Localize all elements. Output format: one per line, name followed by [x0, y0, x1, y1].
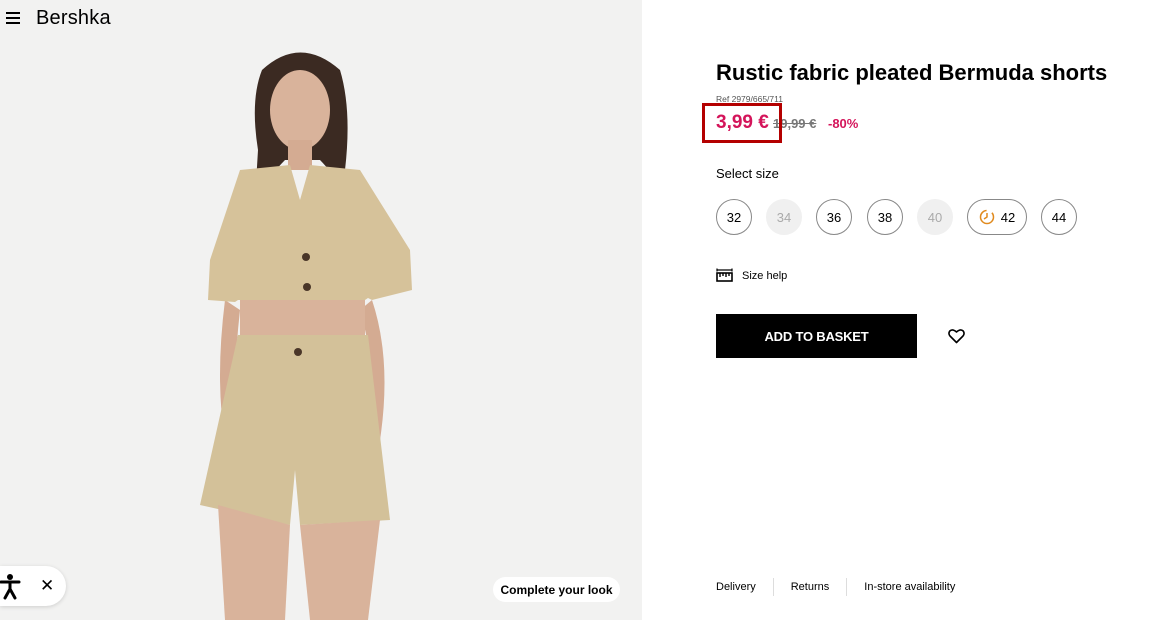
model-photo: [200, 52, 412, 620]
heart-icon[interactable]: [948, 328, 965, 344]
size-label: 32: [726, 209, 742, 225]
size-option-42[interactable]: 42: [967, 199, 1027, 235]
divider: [846, 578, 848, 596]
ruler-icon: [716, 268, 733, 282]
discount-badge: -80%: [828, 116, 859, 131]
menu-icon[interactable]: [6, 12, 20, 24]
size-help-link[interactable]: Size help: [716, 268, 787, 283]
size-option-32[interactable]: 32: [716, 199, 752, 235]
size-option-34[interactable]: 34: [766, 199, 802, 235]
footer-links: Delivery Returns In-store availability: [716, 578, 955, 596]
product-details: Rustic fabric pleated Bermuda shorts Ref…: [642, 0, 1152, 620]
product-title: Rustic fabric pleated Bermuda shorts: [716, 60, 1108, 85]
accessibility-icon[interactable]: [0, 572, 24, 600]
size-label: 44: [1051, 209, 1067, 225]
size-label: 38: [877, 209, 893, 225]
returns-link[interactable]: Returns: [791, 581, 830, 593]
size-label: 42: [1000, 209, 1016, 225]
size-option-40[interactable]: 40: [917, 199, 953, 235]
price-highlight-box: [702, 103, 782, 143]
product-image[interactable]: Bershka ✕ Complete your look: [0, 0, 642, 620]
brand-logo[interactable]: Bershka: [36, 7, 111, 30]
size-label: 40: [927, 209, 943, 225]
size-help-label: Size help: [742, 269, 788, 282]
divider: [772, 578, 774, 596]
close-icon[interactable]: ✕: [40, 576, 54, 596]
add-to-basket-button[interactable]: ADD TO BASKET: [716, 314, 917, 358]
size-option-38[interactable]: 38: [867, 199, 903, 235]
size-option-44[interactable]: 44: [1041, 199, 1077, 235]
in-store-availability-link[interactable]: In-store availability: [864, 581, 955, 593]
delivery-link[interactable]: Delivery: [716, 581, 756, 593]
size-option-36[interactable]: 36: [816, 199, 852, 235]
accessibility-widget[interactable]: ✕: [0, 566, 66, 606]
clock-icon: [979, 209, 995, 225]
size-label: 36: [826, 209, 842, 225]
complete-your-look-button[interactable]: Complete your look: [493, 577, 620, 602]
size-label: 34: [776, 209, 792, 225]
select-size-label: Select size: [716, 166, 779, 181]
